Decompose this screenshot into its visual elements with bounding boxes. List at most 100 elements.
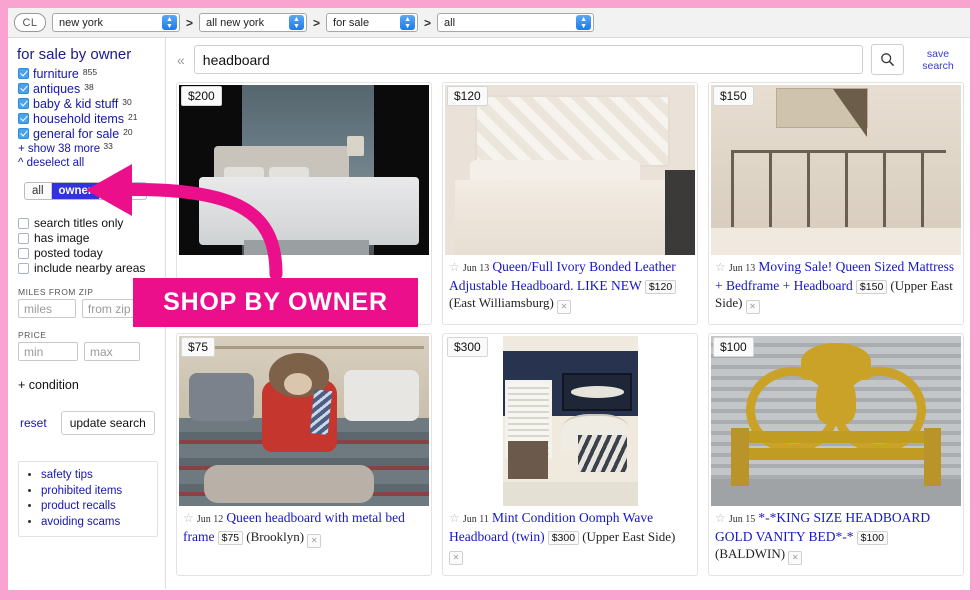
listing-price: $300 <box>547 530 580 545</box>
listing-neighborhood: (Upper East Side) <box>582 528 676 544</box>
listing-card[interactable]: $120 ☆ Jun 13 Queen/Full Ivory Bonded Le… <box>442 82 698 325</box>
category-select[interactable]: all ▲ ▼ <box>437 13 595 32</box>
checkbox-icon[interactable] <box>18 247 29 259</box>
category-count: 20 <box>123 127 133 137</box>
city-select[interactable]: new york ▲ ▼ <box>52 13 180 32</box>
section-select[interactable]: for sale ▲ ▼ <box>326 13 419 32</box>
listing-date: Jun 12 <box>196 514 224 525</box>
hide-listing-icon[interactable]: ✕ <box>788 551 803 565</box>
favorite-star-icon[interactable]: ☆ <box>715 260 726 274</box>
photo-dog-on-bed <box>179 336 429 506</box>
help-links-box: safety tips prohibited items product rec… <box>18 461 158 537</box>
miles-input[interactable]: miles <box>18 299 76 318</box>
craigslist-logo[interactable]: CL <box>14 13 46 32</box>
toggle-option-all[interactable]: all <box>25 183 52 199</box>
sidebar-item-antiques[interactable]: antiques 38 <box>18 82 157 96</box>
photo-dark-bedroom <box>179 85 429 255</box>
toggle-option-owner[interactable]: owner <box>51 183 101 199</box>
results-area: « headboard save search $200 $120 ☆ Jun … <box>166 38 970 589</box>
hide-listing-icon[interactable]: ✕ <box>307 533 322 548</box>
listing-info: ☆ Jun 15 *-*KING SIZE HEADBOARD GOLD VAN… <box>709 506 963 565</box>
listing-thumbnail[interactable] <box>445 336 695 506</box>
section-select-value: for sale <box>333 16 370 29</box>
listing-date: Jun 11 <box>462 514 489 525</box>
sidebar-item-general-for-sale[interactable]: general for sale 20 <box>18 127 157 141</box>
checkbox-icon[interactable] <box>18 98 29 109</box>
photo-gold-ornate-headboard <box>711 336 961 506</box>
listing-card[interactable]: $150 ☆ Jun 13 Moving Sale! Queen Sized M… <box>708 82 964 325</box>
show-more-label: + show 38 more <box>18 143 101 155</box>
filter-label: posted today <box>34 246 103 260</box>
miles-from-zip-group: MILES FROM ZIP miles from zip <box>18 287 157 318</box>
show-more-count: 33 <box>103 141 113 151</box>
favorite-star-icon[interactable]: ☆ <box>449 260 460 274</box>
listing-card[interactable]: $200 <box>176 82 432 325</box>
category-label: household items <box>33 112 125 126</box>
favorite-star-icon[interactable]: ☆ <box>715 511 726 525</box>
listing-info: ☆ Jun 11 Mint Condition Oomph Wave Headb… <box>443 506 697 565</box>
help-link-avoiding-scams[interactable]: avoiding scams <box>41 515 153 531</box>
miles-from-zip-caption: MILES FROM ZIP <box>18 287 94 297</box>
deselect-all-link[interactable]: ^ deselect all <box>18 157 157 169</box>
price-tag: $150 <box>713 86 754 106</box>
update-search-button[interactable]: update search <box>60 411 155 435</box>
price-min-input[interactable]: min <box>18 342 78 361</box>
checkbox-icon[interactable] <box>18 113 29 124</box>
favorite-star-icon[interactable]: ☆ <box>183 511 194 525</box>
listing-thumbnail[interactable] <box>179 336 429 506</box>
favorite-star-icon[interactable]: ☆ <box>449 511 460 525</box>
condition-expander[interactable]: + condition <box>18 378 157 392</box>
search-input[interactable]: headboard <box>193 45 863 74</box>
save-search-link[interactable]: save search <box>912 48 964 72</box>
help-link-prohibited-items[interactable]: prohibited items <box>41 484 153 500</box>
sidebar-item-furniture[interactable]: furniture 855 <box>18 67 157 81</box>
listing-card[interactable]: $300 ☆ Jun 11 Mint Condition Oomph Wave … <box>442 333 698 576</box>
hide-listing-icon[interactable]: ✕ <box>556 300 571 314</box>
collapse-sidebar-icon[interactable]: « <box>176 52 186 68</box>
chevron-updown-icon: ▲ ▼ <box>400 15 416 30</box>
listing-thumbnail[interactable] <box>711 336 961 506</box>
category-label: furniture <box>33 67 79 81</box>
seller-type-toggle[interactable]: all owner dealer <box>24 182 148 200</box>
checkbox-icon[interactable] <box>18 128 29 139</box>
hide-listing-icon[interactable]: ✕ <box>449 551 463 565</box>
category-count: 21 <box>128 112 138 122</box>
search-button[interactable] <box>871 44 904 75</box>
filter-posted-today[interactable]: posted today <box>18 246 157 260</box>
price-tag: $300 <box>447 337 488 357</box>
listing-thumbnail[interactable] <box>445 85 695 255</box>
price-group: PRICE min max <box>18 330 157 361</box>
show-more-categories-link[interactable]: + show 38 more 33 <box>18 141 157 155</box>
checkbox-icon[interactable] <box>18 68 29 79</box>
help-link-product-recalls[interactable]: product recalls <box>41 499 153 515</box>
zip-input[interactable]: from zip <box>81 299 157 318</box>
category-count: 38 <box>84 82 94 92</box>
listing-card[interactable]: $100 ☆ Jun 15 *-*KING SIZE HEADBOARD GOL… <box>708 333 964 576</box>
listing-date: Jun 13 <box>728 263 756 274</box>
region-select[interactable]: all new york ▲ ▼ <box>199 13 308 32</box>
checkbox-icon[interactable] <box>18 217 29 229</box>
checkbox-icon[interactable] <box>18 83 29 94</box>
help-link-safety-tips[interactable]: safety tips <box>41 468 153 484</box>
save-search-line2: search <box>922 59 954 72</box>
checkbox-icon[interactable] <box>18 262 29 274</box>
listing-neighborhood: (BALDWIN) <box>715 546 786 561</box>
sidebar-item-baby-kid-stuff[interactable]: baby & kid stuff 30 <box>18 97 157 111</box>
pink-screenshot-frame: CL new york ▲ ▼ > all new york ▲ ▼ > for s… <box>0 0 980 600</box>
hide-listing-icon[interactable]: ✕ <box>745 300 760 314</box>
filters-sidebar: for sale by owner furniture 855 antiques… <box>8 38 166 589</box>
category-count: 30 <box>122 97 132 107</box>
price-max-input[interactable]: max <box>84 342 140 361</box>
checkbox-icon[interactable] <box>18 232 29 244</box>
listing-card[interactable]: $75 ☆ Jun 12 Queen headboard with metal … <box>176 333 432 576</box>
filter-has-image[interactable]: has image <box>18 231 157 245</box>
listing-thumbnail[interactable] <box>711 85 961 255</box>
filter-search-titles-only[interactable]: search titles only <box>18 216 157 230</box>
listing-thumbnail[interactable] <box>179 85 429 255</box>
category-label: general for sale <box>33 127 120 141</box>
reset-link[interactable]: reset <box>20 416 47 430</box>
sidebar-item-household-items[interactable]: household items 21 <box>18 112 157 126</box>
price-tag: $200 <box>181 86 222 106</box>
filter-include-nearby-areas[interactable]: include nearby areas <box>18 261 157 275</box>
toggle-option-dealer[interactable]: dealer <box>100 183 146 199</box>
